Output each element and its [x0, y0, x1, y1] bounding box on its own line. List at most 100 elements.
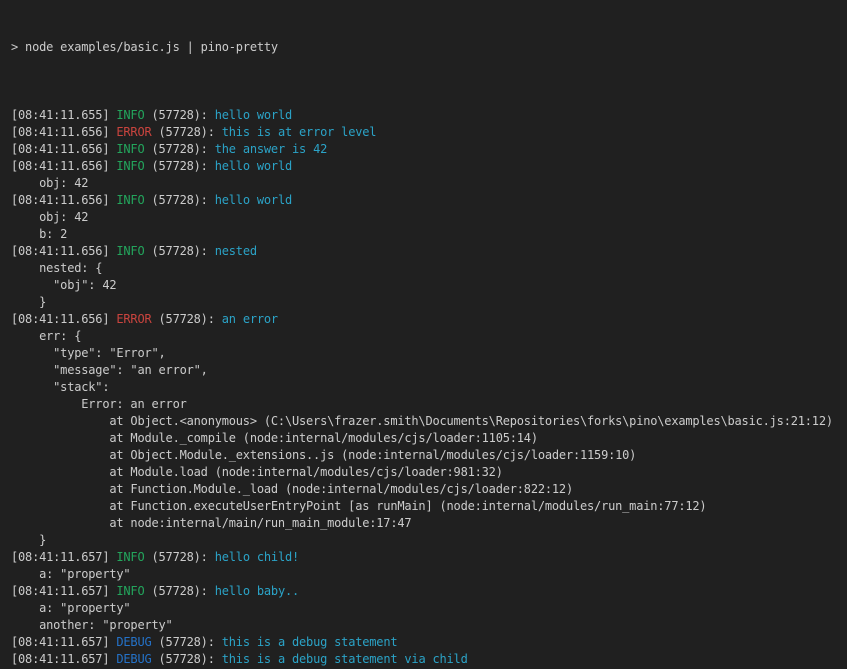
timestamp: [08:41:11.656]	[11, 125, 116, 139]
log-message: hello baby..	[215, 584, 299, 598]
log-level: DEBUG	[116, 652, 151, 666]
log-line: at Module.load (node:internal/modules/cj…	[11, 464, 847, 481]
log-level: INFO	[116, 193, 144, 207]
log-line: err: {	[11, 328, 847, 345]
log-line: [08:41:11.656] ERROR (57728): an error	[11, 311, 847, 328]
log-line: b: 2	[11, 226, 847, 243]
timestamp: [08:41:11.656]	[11, 312, 116, 326]
pid: (57728):	[152, 652, 222, 666]
log-level: INFO	[116, 584, 144, 598]
stack-frame: at Function.Module._load (node:internal/…	[11, 482, 573, 496]
log-line: }	[11, 532, 847, 549]
stack-frame: at Module._compile (node:internal/module…	[11, 431, 538, 445]
log-line: [08:41:11.657] INFO (57728): hello baby.…	[11, 583, 847, 600]
log-message: an error	[222, 312, 278, 326]
log-detail: err: {	[11, 329, 81, 343]
log-detail: a: "property"	[11, 567, 130, 581]
log-detail: obj: 42	[11, 210, 88, 224]
stack-frame: at Object.Module._extensions..js (node:i…	[11, 448, 636, 462]
log-message: hello world	[215, 193, 292, 207]
log-line: "obj": 42	[11, 277, 847, 294]
log-line: at Object.Module._extensions..js (node:i…	[11, 447, 847, 464]
log-detail: }	[11, 295, 46, 309]
log-line: [08:41:11.656] INFO (57728): the answer …	[11, 141, 847, 158]
log-detail: "obj": 42	[11, 278, 116, 292]
log-message: nested	[215, 244, 257, 258]
log-line: at Module._compile (node:internal/module…	[11, 430, 847, 447]
stack-frame: at Module.load (node:internal/modules/cj…	[11, 465, 503, 479]
log-message: hello world	[215, 108, 292, 122]
log-line: a: "property"	[11, 566, 847, 583]
pid: (57728):	[144, 193, 214, 207]
log-message: hello child!	[215, 550, 299, 564]
log-line: "type": "Error",	[11, 345, 847, 362]
terminal[interactable]: > node examples/basic.js | pino-pretty […	[0, 0, 847, 669]
log-level: INFO	[116, 108, 144, 122]
log-level: INFO	[116, 550, 144, 564]
log-message: this is a debug statement via child	[222, 652, 468, 666]
pid: (57728):	[144, 108, 214, 122]
log-detail: another: "property"	[11, 618, 173, 632]
log-level: ERROR	[116, 125, 151, 139]
log-detail: obj: 42	[11, 176, 88, 190]
log-line: another: "property"	[11, 617, 847, 634]
pid: (57728):	[152, 312, 222, 326]
pid: (57728):	[144, 550, 214, 564]
log-line: "message": "an error",	[11, 362, 847, 379]
log-line: [08:41:11.657] INFO (57728): hello child…	[11, 549, 847, 566]
stack-frame: at Object.<anonymous> (C:\Users\frazer.s…	[11, 414, 833, 428]
log-line: [08:41:11.656] INFO (57728): nested	[11, 243, 847, 260]
log-detail: "message": "an error",	[11, 363, 208, 377]
log-line	[11, 90, 847, 107]
timestamp: [08:41:11.656]	[11, 142, 116, 156]
stack-frame: at node:internal/main/run_main_module:17…	[11, 516, 411, 530]
timestamp: [08:41:11.657]	[11, 550, 116, 564]
log-line: }	[11, 294, 847, 311]
log-line: at Function.executeUserEntryPoint [as ru…	[11, 498, 847, 515]
timestamp: [08:41:11.657]	[11, 635, 116, 649]
log-message: hello world	[215, 159, 292, 173]
log-line: at Object.<anonymous> (C:\Users\frazer.s…	[11, 413, 847, 430]
log-level: ERROR	[116, 312, 151, 326]
log-line: [08:41:11.657] DEBUG (57728): this is a …	[11, 634, 847, 651]
log-detail: "type": "Error",	[11, 346, 166, 360]
log-level: INFO	[116, 159, 144, 173]
log-detail: "stack":	[11, 380, 109, 394]
timestamp: [08:41:11.655]	[11, 108, 116, 122]
log-level: INFO	[116, 142, 144, 156]
pid: (57728):	[144, 244, 214, 258]
log-line: at Function.Module._load (node:internal/…	[11, 481, 847, 498]
pid: (57728):	[152, 125, 222, 139]
log-detail: Error: an error	[11, 397, 187, 411]
stack-frame: at Function.executeUserEntryPoint [as ru…	[11, 499, 706, 513]
timestamp: [08:41:11.656]	[11, 159, 116, 173]
log-level: DEBUG	[116, 635, 151, 649]
log-line: "stack":	[11, 379, 847, 396]
terminal-output: [08:41:11.655] INFO (57728): hello world…	[11, 90, 847, 669]
log-message: this is a debug statement	[222, 635, 398, 649]
timestamp: [08:41:11.657]	[11, 652, 116, 666]
log-line: obj: 42	[11, 209, 847, 226]
log-detail: a: "property"	[11, 601, 130, 615]
timestamp: [08:41:11.656]	[11, 193, 116, 207]
log-detail: }	[11, 533, 46, 547]
log-line: [08:41:11.657] DEBUG (57728): this is a …	[11, 651, 847, 668]
pid: (57728):	[144, 159, 214, 173]
log-message: the answer is 42	[215, 142, 327, 156]
log-line: obj: 42	[11, 175, 847, 192]
log-line: [08:41:11.656] ERROR (57728): this is at…	[11, 124, 847, 141]
log-detail: nested: {	[11, 261, 102, 275]
log-line: nested: {	[11, 260, 847, 277]
pid: (57728):	[144, 584, 214, 598]
log-line: at node:internal/main/run_main_module:17…	[11, 515, 847, 532]
log-line: [08:41:11.656] INFO (57728): hello world	[11, 192, 847, 209]
log-line: Error: an error	[11, 396, 847, 413]
pid: (57728):	[152, 635, 222, 649]
command-line: > node examples/basic.js | pino-pretty	[11, 39, 847, 56]
log-level: INFO	[116, 244, 144, 258]
log-line: [08:41:11.656] INFO (57728): hello world	[11, 158, 847, 175]
log-line: [08:41:11.655] INFO (57728): hello world	[11, 107, 847, 124]
timestamp: [08:41:11.657]	[11, 584, 116, 598]
log-message: this is at error level	[222, 125, 377, 139]
log-detail: b: 2	[11, 227, 67, 241]
